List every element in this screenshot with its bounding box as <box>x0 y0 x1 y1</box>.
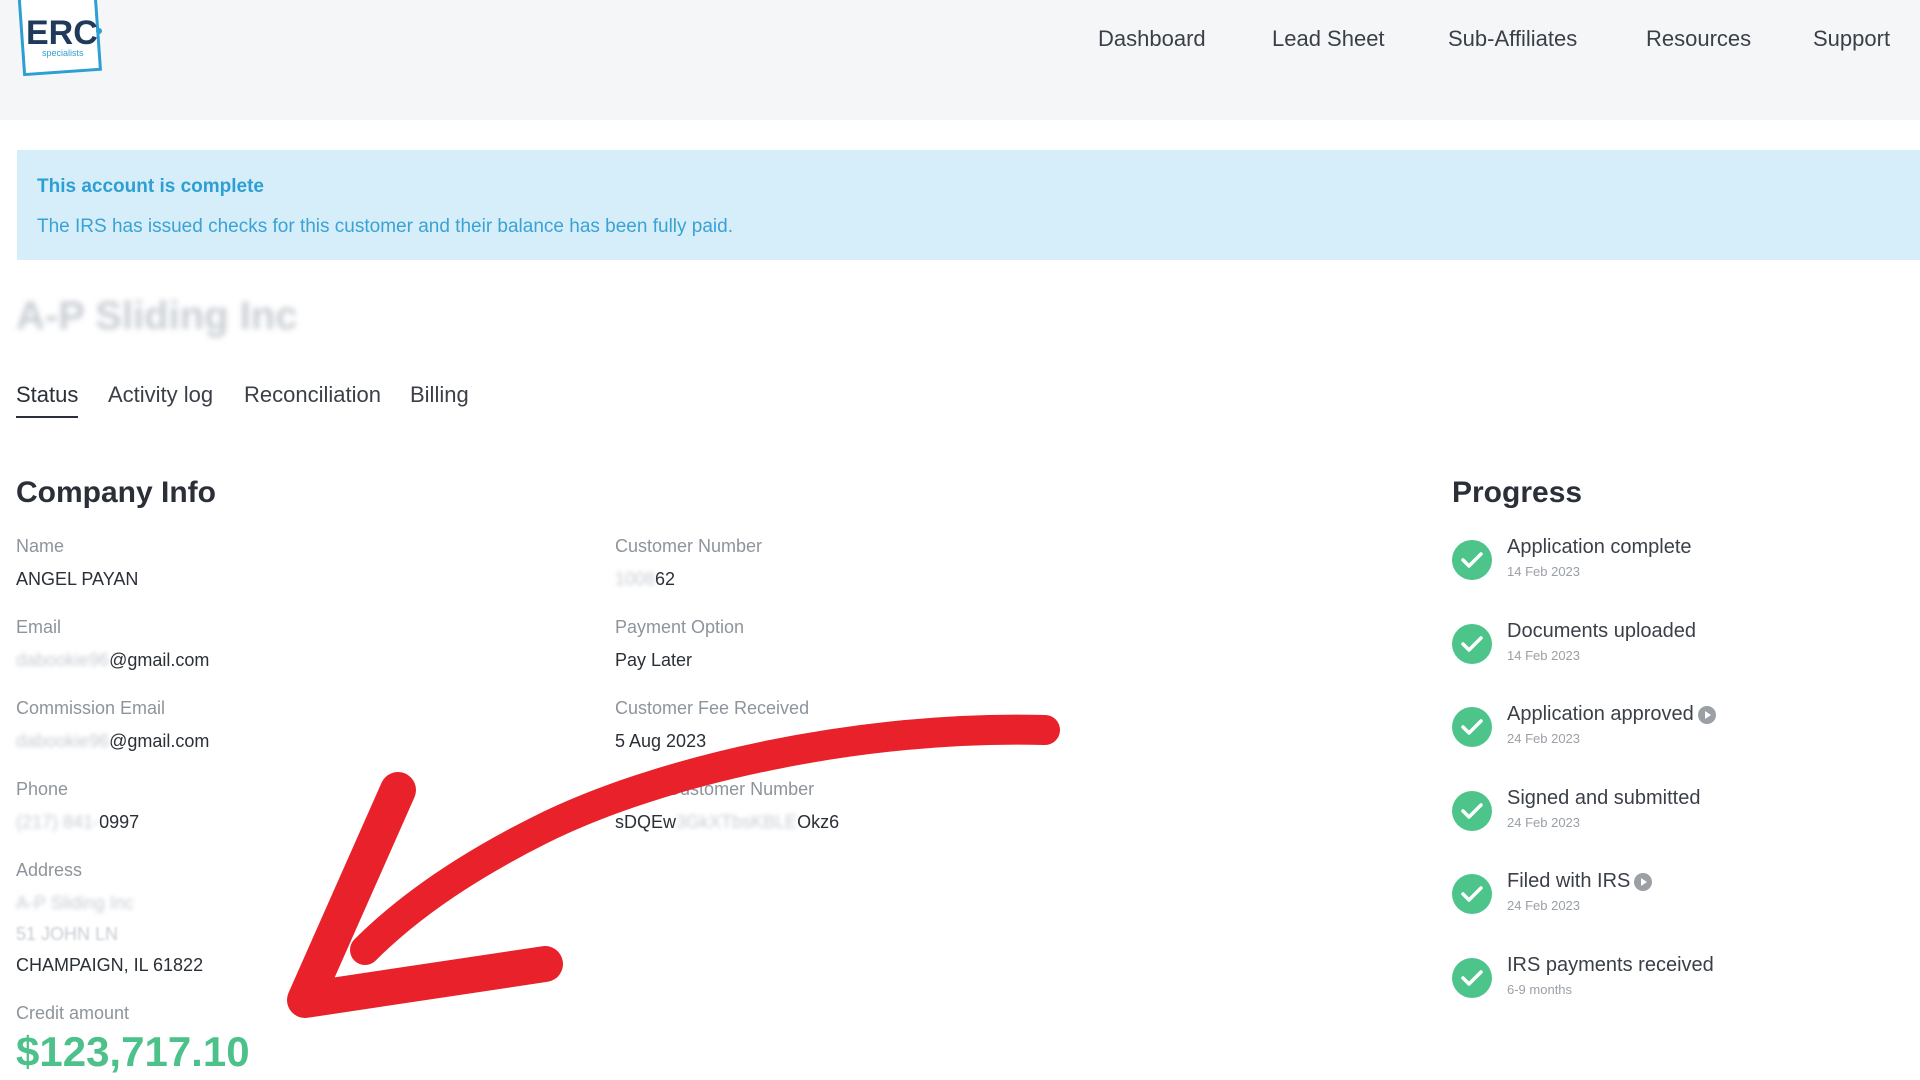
name-label: Name <box>16 536 65 556</box>
phone-visible-part: 0997 <box>99 812 140 832</box>
progress-step-filed-with-irs: Filed with IRS 24 Feb 2023 <box>1452 870 1872 934</box>
progress-step-application-approved: Application approved 24 Feb 2023 <box>1452 703 1872 767</box>
nav-resources[interactable]: Resources <box>1646 26 1751 52</box>
nav-lead-sheet[interactable]: Lead Sheet <box>1272 26 1385 52</box>
step-label-text: Filed with IRS <box>1507 870 1631 892</box>
stripe-customer-number-value: sDQEw3GkXTbsKBLEOkz6 <box>615 812 839 833</box>
tab-activity-log[interactable]: Activity log <box>108 382 213 416</box>
tab-bar: Status Activity log Reconciliation Billi… <box>16 382 616 422</box>
account-complete-alert: This account is complete The IRS has iss… <box>17 150 1920 260</box>
company-info-heading: Company Info <box>16 476 216 509</box>
commission-email-value: dabookie96@gmail.com <box>16 731 209 752</box>
customer-number-hidden-part: 1008 <box>615 569 656 589</box>
step-date: 14 Feb 2023 <box>1507 564 1581 579</box>
step-date: 24 Feb 2023 <box>1507 898 1581 913</box>
step-label: Application approved <box>1507 703 1716 726</box>
check-icon <box>1452 958 1492 998</box>
address-line-1: A-P Sliding Inc <box>16 893 134 913</box>
stripe-customer-number-label: Stripe Customer Number <box>615 779 814 800</box>
tab-billing[interactable]: Billing <box>410 382 469 416</box>
payment-option-value: Pay Later <box>615 650 693 670</box>
fee-received-value: 5 Aug 2023 <box>615 731 707 751</box>
alert-title: This account is complete <box>37 176 264 197</box>
phone-value: (217) 841-0997 <box>16 812 139 833</box>
phone-label: Phone <box>16 779 69 799</box>
email-label: Email <box>16 617 62 637</box>
step-label: Application complete <box>1507 536 1692 558</box>
email-visible-part: @gmail.com <box>109 650 210 670</box>
tab-status[interactable]: Status <box>16 382 79 418</box>
step-label: Signed and submitted <box>1507 787 1701 809</box>
customer-number-visible-part: 62 <box>655 569 676 589</box>
stripe-value-hidden-part: 3GkXTbsKBLE <box>676 812 798 832</box>
step-label-text: Application approved <box>1507 703 1694 725</box>
check-icon <box>1452 707 1492 747</box>
progress-heading: Progress <box>1452 476 1583 509</box>
stripe-value-prefix: sDQEw <box>615 812 677 832</box>
address-line-3: CHAMPAIGN, IL 61822 <box>16 955 204 975</box>
progress-step-irs-payments-received: IRS payments received 6-9 months <box>1452 954 1872 1018</box>
step-date: 24 Feb 2023 <box>1507 731 1581 746</box>
step-date: 14 Feb 2023 <box>1507 648 1581 663</box>
play-icon[interactable] <box>1697 705 1716 724</box>
commission-email-hidden-part: dabookie96 <box>16 731 110 751</box>
customer-number-label: Customer Number <box>615 536 763 556</box>
credit-amount-value: $123,717.10 <box>16 1028 250 1075</box>
progress-step-documents-uploaded: Documents uploaded 14 Feb 2023 <box>1452 620 1872 684</box>
step-date: 6-9 months <box>1507 982 1573 997</box>
progress-step-signed-and-submitted: Signed and submitted 24 Feb 2023 <box>1452 787 1872 851</box>
phone-hidden-part: (217) 841- <box>16 812 100 832</box>
commission-email-label: Commission Email <box>16 698 166 718</box>
payment-option-label: Payment Option <box>615 617 745 637</box>
company-title: A-P Sliding Inc <box>16 294 298 338</box>
stripe-label-hidden-part: Stripe <box>615 779 663 799</box>
check-icon <box>1452 791 1492 831</box>
alert-body: The IRS has issued checks for this custo… <box>37 216 733 237</box>
step-label: IRS payments received <box>1507 954 1714 976</box>
step-label: Documents uploaded <box>1507 620 1697 642</box>
check-icon <box>1452 540 1492 580</box>
nav-support[interactable]: Support <box>1813 26 1890 52</box>
customer-number-value: 100862 <box>615 569 675 590</box>
main-nav: Dashboard Lead Sheet Sub-Affiliates Reso… <box>0 26 1920 56</box>
step-date: 24 Feb 2023 <box>1507 815 1581 830</box>
address-line-2: 51 JOHN LN <box>16 924 119 944</box>
email-hidden-part: dabookie96 <box>16 650 110 670</box>
progress-step-application-complete: Application complete 14 Feb 2023 <box>1452 536 1872 600</box>
stripe-label-visible-part: Customer Number <box>667 779 815 799</box>
check-icon <box>1452 624 1492 664</box>
top-header: ERC specialists Dashboard Lead Sheet Sub… <box>0 0 1920 120</box>
nav-sub-affiliates[interactable]: Sub-Affiliates <box>1448 26 1577 52</box>
credit-amount-label: Credit amount <box>16 1003 130 1023</box>
email-value: dabookie96@gmail.com <box>16 650 209 671</box>
play-icon[interactable] <box>1634 872 1653 891</box>
tab-reconciliation[interactable]: Reconciliation <box>244 382 381 416</box>
commission-email-visible-part: @gmail.com <box>109 731 210 751</box>
nav-dashboard[interactable]: Dashboard <box>1098 26 1206 52</box>
stripe-value-suffix: Okz6 <box>797 812 840 832</box>
address-label: Address <box>16 860 83 880</box>
fee-received-label: Customer Fee Received <box>615 698 810 718</box>
step-label: Filed with IRS <box>1507 870 1653 893</box>
check-icon <box>1452 874 1492 914</box>
name-value: ANGEL PAYAN <box>16 569 139 589</box>
